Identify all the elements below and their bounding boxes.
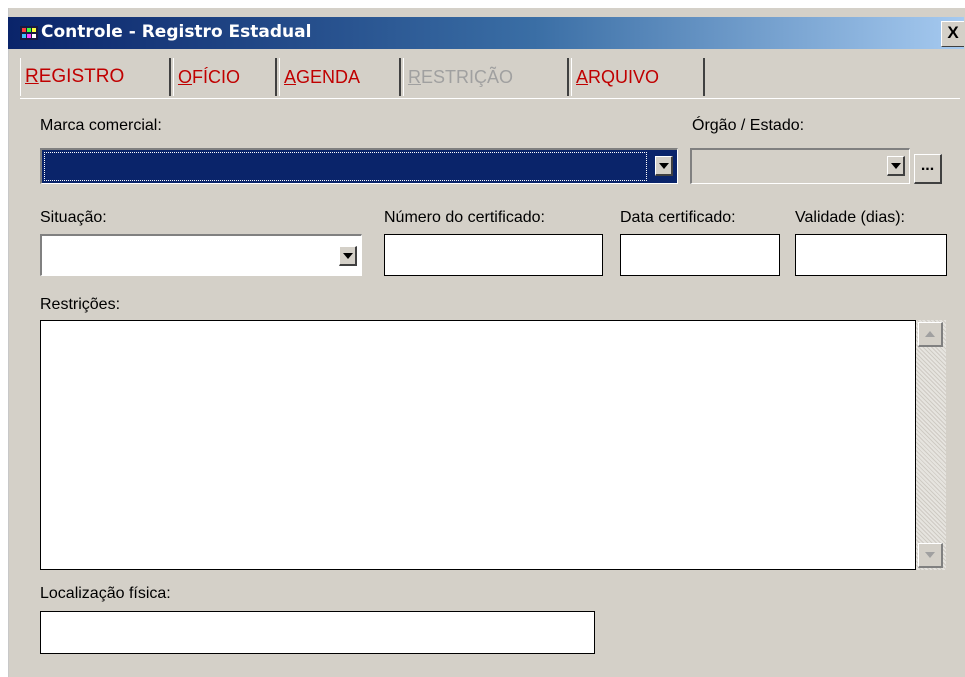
window-title: Controle - Registro Estadual [41, 22, 312, 42]
marca-comercial-combo[interactable] [40, 148, 678, 184]
title-bar[interactable]: Controle - Registro Estadual X [8, 17, 964, 49]
chevron-down-icon [343, 253, 353, 259]
app-icon [20, 26, 38, 40]
validade-input[interactable] [795, 234, 947, 276]
focus-rect [44, 152, 647, 181]
tab-oficio-label: FÍCIO [192, 67, 241, 87]
tab-arquivo-mnemonic: A [576, 67, 589, 87]
numero-certificado-input[interactable] [384, 234, 603, 276]
tab-restricao-mnemonic: R [408, 67, 421, 87]
restricoes-textarea[interactable] [40, 320, 916, 570]
orgao-lookup-button[interactable]: ... [914, 154, 942, 184]
data-certificado-input[interactable] [620, 234, 780, 276]
close-button[interactable]: X [941, 21, 964, 47]
localizacao-fisica-label: Localização física: [40, 585, 171, 602]
tab-restricao-label: ESTRIÇÃO [421, 67, 514, 87]
ellipsis-icon: ... [920, 157, 935, 174]
tab-agenda[interactable]: AGENDA [279, 58, 401, 96]
chevron-up-icon [925, 331, 935, 337]
tab-arquivo[interactable]: ARQUIVO [571, 58, 705, 96]
restricoes-label: Restrições: [40, 296, 121, 313]
tab-restricao: RESTRIÇÃO [403, 58, 569, 96]
tab-registro-label: EGISTRO [38, 66, 125, 87]
localizacao-fisica-input[interactable] [40, 611, 595, 654]
orgao-estado-combo [690, 148, 910, 184]
validade-label: Validade (dias): [795, 209, 905, 226]
orgao-estado-dropdown-button [887, 156, 905, 176]
situacao-label: Situação: [40, 209, 107, 226]
data-certificado-label: Data certificado: [620, 209, 736, 226]
tab-arquivo-label: RQUIVO [588, 67, 660, 87]
tab-oficio[interactable]: OFÍCIO [173, 58, 277, 96]
tab-agenda-label: GENDA [296, 67, 361, 87]
chevron-down-icon [891, 163, 901, 169]
tab-oficio-mnemonic: O [178, 67, 193, 87]
restricoes-scrollbar[interactable] [916, 320, 946, 570]
marca-comercial-label: Marca comercial: [40, 117, 162, 134]
situacao-combo[interactable] [40, 234, 362, 276]
numero-certificado-label: Número do certificado: [384, 209, 545, 226]
chevron-down-icon [659, 163, 669, 169]
orgao-estado-label: Órgão / Estado: [692, 117, 805, 134]
tab-registro-mnemonic: R [25, 66, 39, 87]
tab-agenda-mnemonic: A [284, 67, 297, 87]
tab-registro[interactable]: REGISTRO [20, 58, 171, 96]
tab-divider [20, 98, 960, 99]
marca-comercial-dropdown-button[interactable] [655, 156, 673, 176]
situacao-dropdown-button[interactable] [339, 246, 357, 266]
close-icon: X [947, 23, 959, 42]
scroll-down-button[interactable] [918, 543, 943, 568]
scroll-up-button[interactable] [918, 322, 943, 347]
chevron-down-icon [925, 552, 935, 558]
